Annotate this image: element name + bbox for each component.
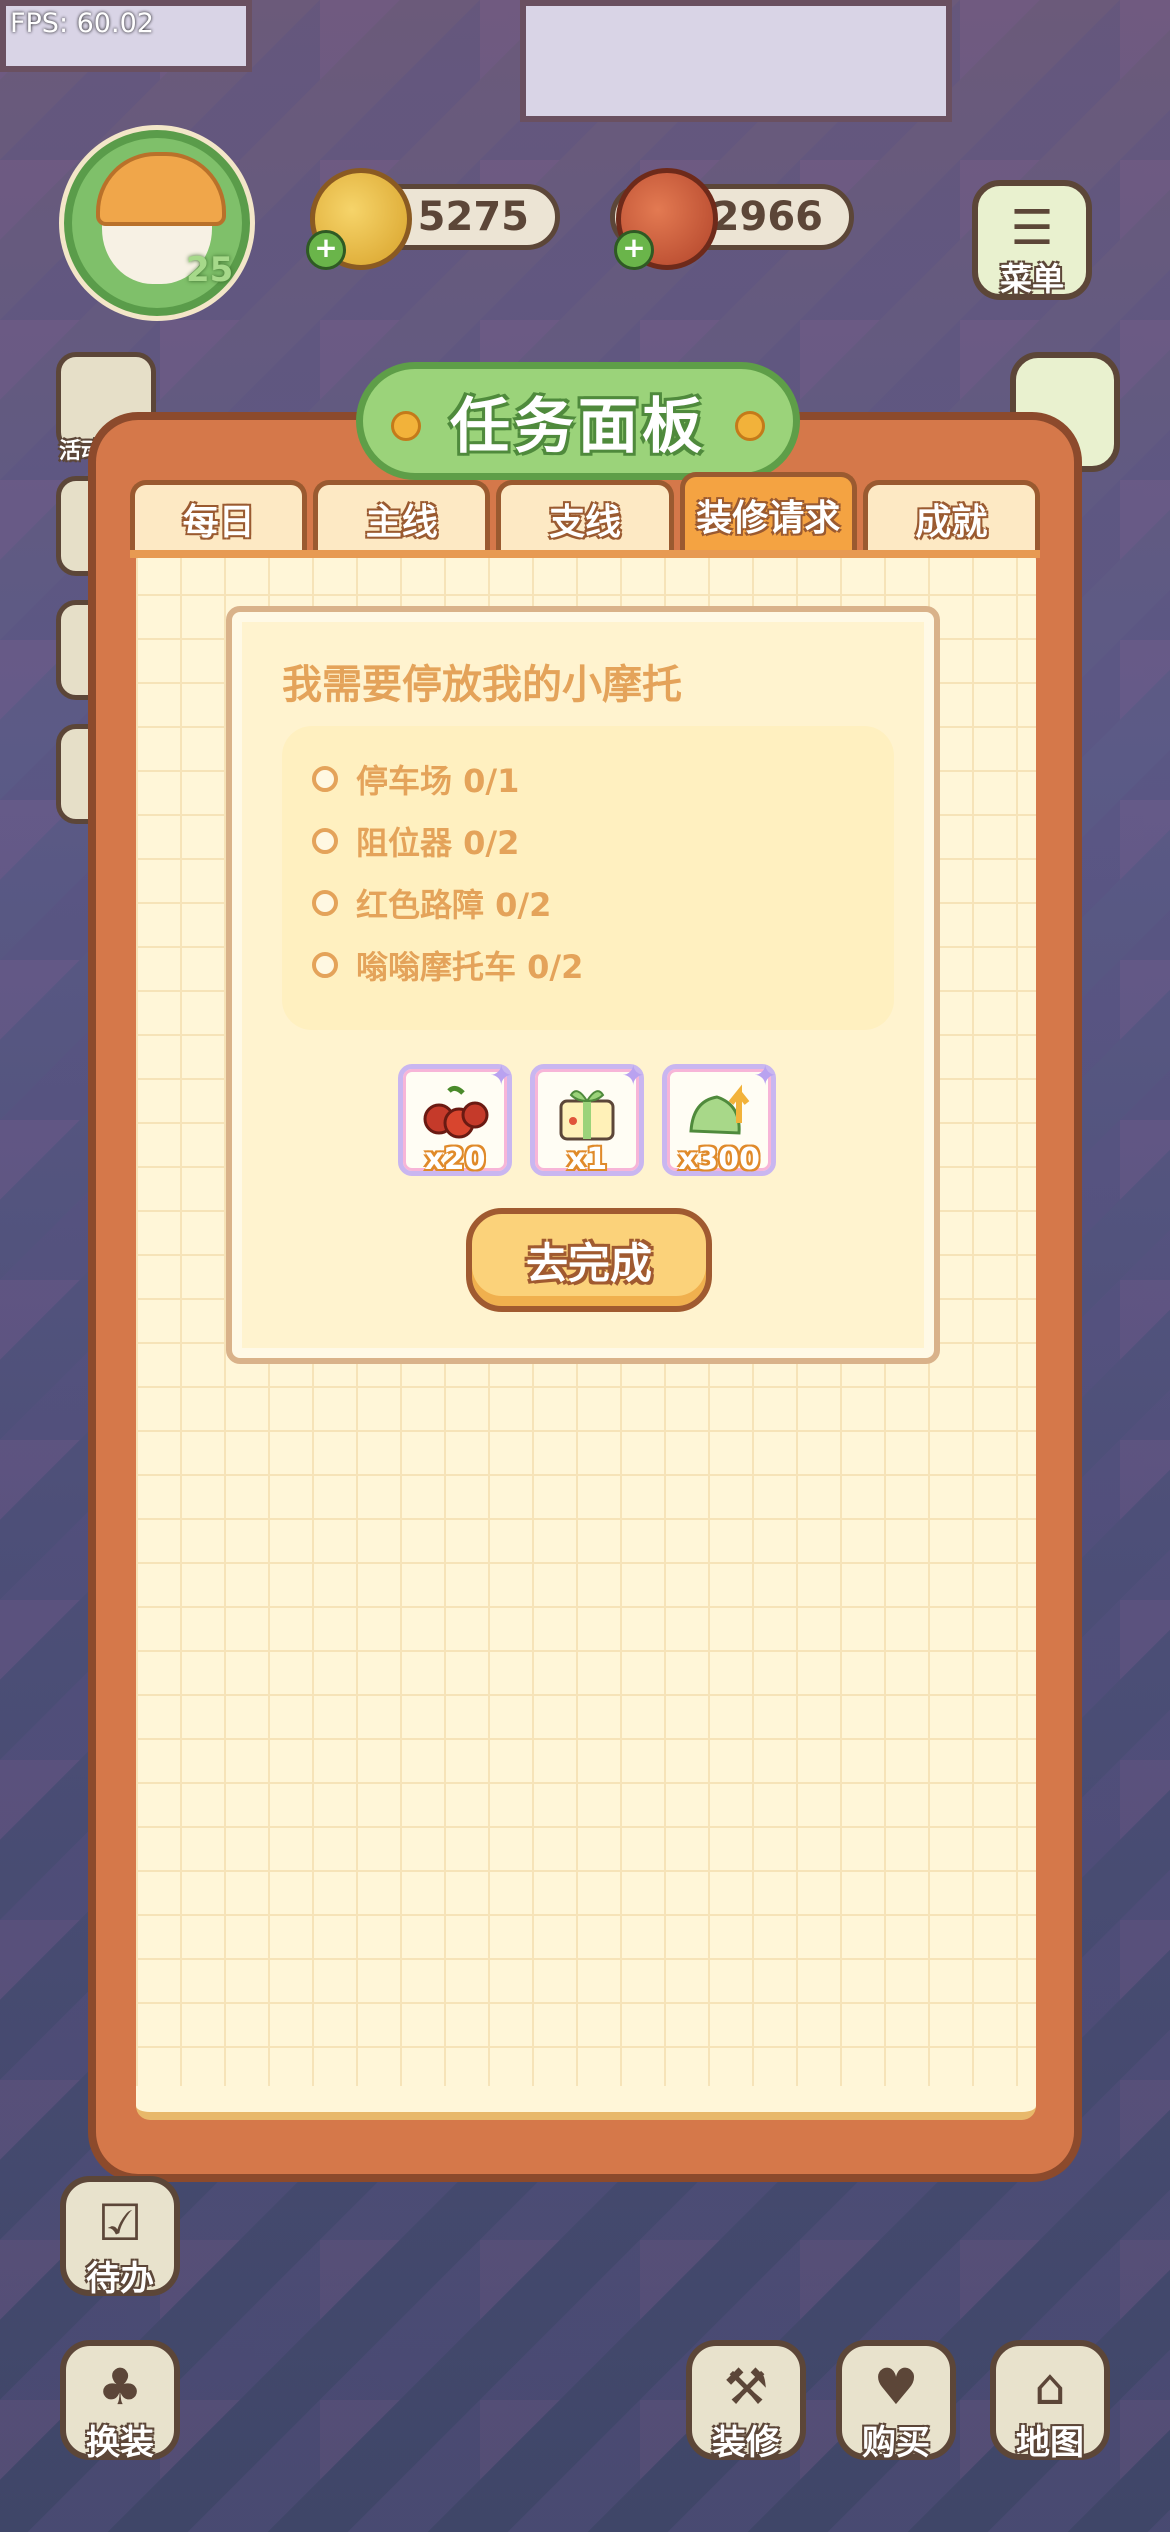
tab-daily[interactable]: 每日 — [130, 480, 308, 552]
decorate-button[interactable]: ⚒ 装修 — [686, 2340, 806, 2463]
buy-button[interactable]: ♥ 购买 — [836, 2340, 956, 2463]
sparkle-icon: ✦ — [753, 1059, 777, 1092]
sparkle-icon: ✦ — [489, 1059, 513, 1092]
requirement-label: 红色路障 0/2 — [356, 886, 552, 924]
buy-label: 购买 — [862, 2423, 930, 2463]
checklist-icon: ☑ — [97, 2194, 143, 2252]
requirement-item: 红色路障 0/2 — [312, 880, 551, 926]
tab-underline — [130, 550, 1040, 558]
requirement-item: 停车场 0/1 — [312, 756, 519, 802]
fps-counter: FPS: 60.02 — [10, 8, 154, 39]
add-fruit-button[interactable]: + — [614, 230, 654, 270]
reward-item[interactable]: ✦ x20 — [398, 1059, 513, 1177]
sparkle-icon: ✦ — [621, 1059, 645, 1092]
add-coins-button[interactable]: + — [306, 230, 346, 270]
reward-quantity: x1 — [566, 1142, 608, 1177]
avatar-hat — [96, 152, 226, 226]
tab-main[interactable]: 主线 — [313, 480, 491, 552]
requirement-item: 阻位器 0/2 — [312, 818, 519, 864]
background-building — [520, 0, 952, 122]
task-panel-title: 任务面板 — [450, 391, 706, 462]
tab-decoration-requests[interactable]: 装修请求 — [679, 472, 857, 552]
tab-label: 成就 — [915, 501, 988, 543]
requirement-item: 嗡嗡摩托车 0/2 — [312, 942, 583, 988]
player-level: 25 — [186, 250, 234, 290]
task-title: 我需要停放我的小摩托 — [282, 662, 682, 708]
todo-label: 待办 — [86, 2259, 154, 2299]
cherries-icon — [423, 1085, 489, 1139]
radio-circle-icon — [312, 766, 338, 792]
tab-label: 装修请求 — [696, 497, 841, 539]
menu-label: 菜单 — [999, 260, 1064, 298]
wardrobe-icon: ♣ — [97, 2358, 143, 2416]
requirement-label: 阻位器 0/2 — [356, 824, 520, 862]
map-icon: ⌂ — [1034, 2358, 1066, 2416]
tab-achievements[interactable]: 成就 — [862, 480, 1041, 552]
gift-box-icon — [559, 1090, 615, 1141]
radio-circle-icon — [312, 952, 338, 978]
green-leaf-upgrade-icon — [689, 1084, 750, 1135]
tab-label: 支线 — [549, 501, 622, 543]
tab-label: 每日 — [182, 501, 255, 543]
task-tabs: 每日 主线 支线 装修请求 成就 — [130, 472, 1041, 552]
menu-button[interactable]: ☰ 菜单 — [972, 180, 1092, 300]
radio-circle-icon — [312, 828, 338, 854]
map-button[interactable]: ⌂ 地图 — [990, 2340, 1110, 2463]
reward-quantity: x20 — [424, 1142, 486, 1177]
tab-side[interactable]: 支线 — [496, 480, 674, 552]
task-panel-title-plate: 任务面板 — [356, 362, 800, 480]
hammer-icon: ⚒ — [723, 2358, 769, 2416]
dressup-button[interactable]: ♣ 换装 — [60, 2340, 180, 2463]
todo-button[interactable]: ☑ 待办 — [60, 2176, 180, 2299]
decorate-label: 装修 — [712, 2423, 780, 2463]
tab-label: 主线 — [365, 501, 438, 543]
shop-bag-icon: ♥ — [873, 2358, 919, 2416]
dressup-label: 换装 — [86, 2423, 154, 2463]
reward-quantity: x300 — [678, 1142, 760, 1177]
radio-circle-icon — [312, 890, 338, 916]
go-complete-button[interactable]: 去完成 — [466, 1208, 712, 1312]
go-complete-label: 去完成 — [525, 1238, 652, 1288]
reward-item[interactable]: ✦ x300 — [662, 1059, 777, 1177]
reward-list: ✦ x20 ✦ x1 ✦ x300 — [398, 1059, 777, 1177]
map-label: 地图 — [1016, 2423, 1084, 2463]
reward-item[interactable]: ✦ x1 — [530, 1059, 645, 1177]
menu-icon: ☰ — [1010, 200, 1054, 256]
coin-amount: 5275 — [417, 194, 529, 240]
fruit-amount: 2966 — [711, 194, 823, 240]
requirement-label: 嗡嗡摩托车 0/2 — [356, 948, 584, 986]
requirement-label: 停车场 0/1 — [356, 762, 520, 800]
task-card: 我需要停放我的小摩托 停车场 0/1 阻位器 0/2 红色路障 0/2 嗡嗡摩托… — [226, 606, 940, 1364]
requirements-list: 停车场 0/1 阻位器 0/2 红色路障 0/2 嗡嗡摩托车 0/2 — [282, 726, 894, 1030]
